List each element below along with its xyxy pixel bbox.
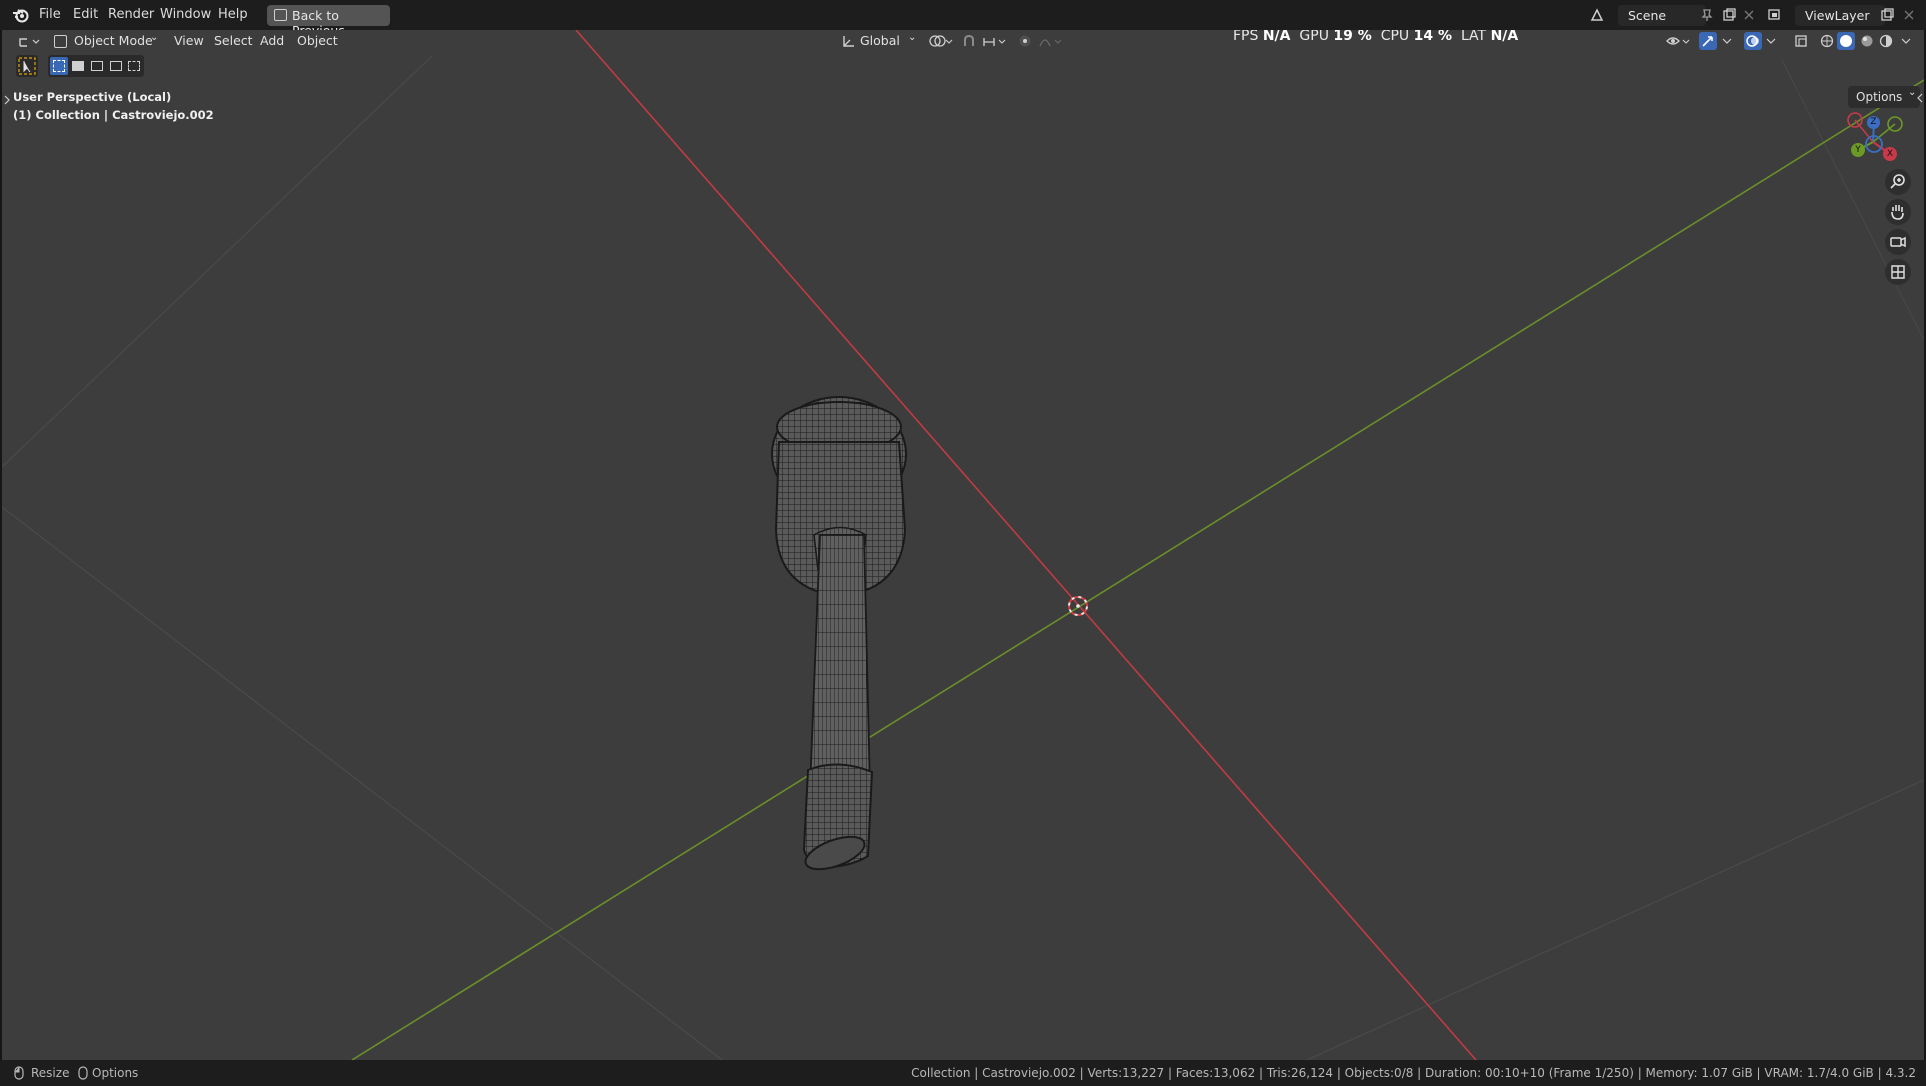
fps-value: N/A <box>1262 30 1291 44</box>
scene-statistics: Collection | Castroviejo.002 | Verts:13,… <box>911 1066 1916 1080</box>
orientation-label: Global <box>860 33 900 48</box>
fps-label: FPS <box>1233 30 1259 44</box>
select-tool-button[interactable] <box>16 55 38 77</box>
select-subtract-icon[interactable] <box>91 61 103 71</box>
view-name-label: User Perspective (Local) <box>13 90 172 104</box>
collection-info-label: (1) Collection | Castroviejo.002 <box>13 108 214 122</box>
editor-type-icon[interactable] <box>18 34 40 48</box>
menu-edit[interactable]: Edit <box>73 7 98 22</box>
transform-orientation-dropdown[interactable]: Global ⌄ <box>840 30 920 51</box>
cpu-value: 14 % <box>1413 30 1453 44</box>
3d-cursor-icon[interactable] <box>1068 596 1088 616</box>
gizmo-y-axis[interactable]: Y <box>1851 143 1865 157</box>
toolbar-toggle-icon[interactable] <box>3 94 11 106</box>
menu-file[interactable]: File <box>39 7 61 22</box>
menu-select[interactable]: Select <box>214 33 253 48</box>
menu-object[interactable]: Object <box>297 33 338 48</box>
scene-icon[interactable] <box>1590 8 1604 22</box>
pin-icon[interactable] <box>1700 8 1714 22</box>
select-invert-icon[interactable] <box>110 61 122 71</box>
gpu-label: GPU <box>1299 30 1329 44</box>
mouse-left-icon <box>14 1066 24 1080</box>
solid-shading-button[interactable] <box>1837 32 1855 50</box>
grid-line <box>2 506 723 1060</box>
chevron-down-icon[interactable] <box>1899 34 1913 48</box>
visibility-icon[interactable] <box>1666 34 1692 48</box>
object-mode-label: Object Mode <box>74 33 153 48</box>
ortho-grid-icon[interactable] <box>1884 258 1912 286</box>
chevron-down-icon[interactable] <box>1720 34 1734 48</box>
mouse-right-icon <box>78 1066 88 1080</box>
gpu-value: 19 % <box>1333 30 1372 44</box>
navigation-gizmo[interactable]: Z Y X <box>1842 98 1912 168</box>
chevron-down-icon: ⌄ <box>908 32 917 43</box>
view-layer-icon[interactable] <box>1768 8 1782 22</box>
menu-render[interactable]: Render <box>108 7 154 22</box>
3d-viewport[interactable]: Object Mode ⌄ View Select Add Object Glo… <box>2 30 1924 1060</box>
scene-field[interactable]: Scene <box>1618 5 1706 26</box>
camera-view-icon[interactable] <box>1884 228 1912 256</box>
delete-view-layer-icon[interactable] <box>1902 8 1916 22</box>
object-mode-dropdown[interactable]: Object Mode ⌄ <box>52 30 162 51</box>
menu-window[interactable]: Window <box>160 7 211 22</box>
scene-name: Scene <box>1628 8 1667 23</box>
status-resize: Resize <box>31 1066 70 1080</box>
new-view-layer-icon[interactable] <box>1880 8 1894 22</box>
cpu-label: CPU <box>1380 30 1410 44</box>
object-mode-icon <box>54 35 67 48</box>
snap-icon[interactable] <box>962 34 976 48</box>
gizmo-icon <box>1702 36 1713 47</box>
overlays-toggle-button[interactable] <box>1744 32 1762 50</box>
y-axis-line <box>351 79 1924 1060</box>
x-axis-line <box>575 30 1477 1060</box>
select-new-button[interactable] <box>50 57 68 75</box>
grid-line <box>1306 779 1924 1060</box>
cursor-select-icon <box>18 57 36 75</box>
menu-add[interactable]: Add <box>260 33 284 48</box>
material-preview-icon[interactable] <box>1860 34 1874 48</box>
select-extend-icon[interactable] <box>72 61 84 71</box>
delete-scene-icon[interactable] <box>1742 8 1756 22</box>
new-scene-icon[interactable] <box>1722 8 1736 22</box>
overlays-icon <box>1746 35 1759 47</box>
performance-readout: FPS N/A GPU 19 % CPU 14 % LAT N/A <box>1233 30 1518 44</box>
view-layer-field[interactable]: ViewLayer <box>1795 5 1885 26</box>
xray-toggle-icon[interactable] <box>1794 34 1808 48</box>
axis-gizmo-canvas <box>1847 112 1903 155</box>
gizmo-x-axis[interactable]: X <box>1883 147 1897 161</box>
wireframe-shading-icon[interactable] <box>1820 34 1834 48</box>
chevron-down-icon: ⌄ <box>150 32 159 43</box>
menu-view[interactable]: View <box>174 33 204 48</box>
orientation-icon <box>843 36 854 47</box>
selection-mode-group <box>48 55 144 77</box>
back-icon <box>274 9 287 21</box>
solid-shading-icon <box>1840 35 1852 47</box>
chevron-down-icon[interactable] <box>1764 34 1778 48</box>
gizmo-toggle-button[interactable] <box>1699 32 1717 50</box>
mesh-object[interactable] <box>771 396 907 876</box>
pan-hand-icon[interactable] <box>1884 198 1912 226</box>
proportional-editing-icon[interactable] <box>1018 34 1032 48</box>
view-layer-name: ViewLayer <box>1805 8 1870 23</box>
status-bar: Resize Options Collection | Castroviejo.… <box>0 1060 1926 1086</box>
top-menu-bar: File Edit Render Window Help Back to Pre… <box>0 0 1926 38</box>
blender-logo-icon[interactable] <box>12 7 30 23</box>
pivot-point-icon[interactable] <box>928 34 954 48</box>
select-intersect-icon[interactable] <box>128 61 140 71</box>
viewport-canvas[interactable] <box>2 30 1924 1060</box>
zoom-icon[interactable] <box>1884 168 1912 196</box>
status-options: Options <box>92 1066 139 1080</box>
snap-target-icon[interactable] <box>982 34 1008 48</box>
menu-help[interactable]: Help <box>218 7 248 22</box>
lat-value: N/A <box>1490 30 1519 44</box>
gizmo-z-axis[interactable]: Z <box>1867 116 1880 129</box>
select-new-icon <box>53 60 65 72</box>
back-to-previous-button[interactable]: Back to Previous <box>267 5 390 38</box>
sidebar-toggle-icon[interactable] <box>1916 92 1924 104</box>
falloff-icon[interactable] <box>1038 34 1064 48</box>
rendered-shading-icon[interactable] <box>1879 34 1893 48</box>
lat-label: LAT <box>1460 30 1487 44</box>
